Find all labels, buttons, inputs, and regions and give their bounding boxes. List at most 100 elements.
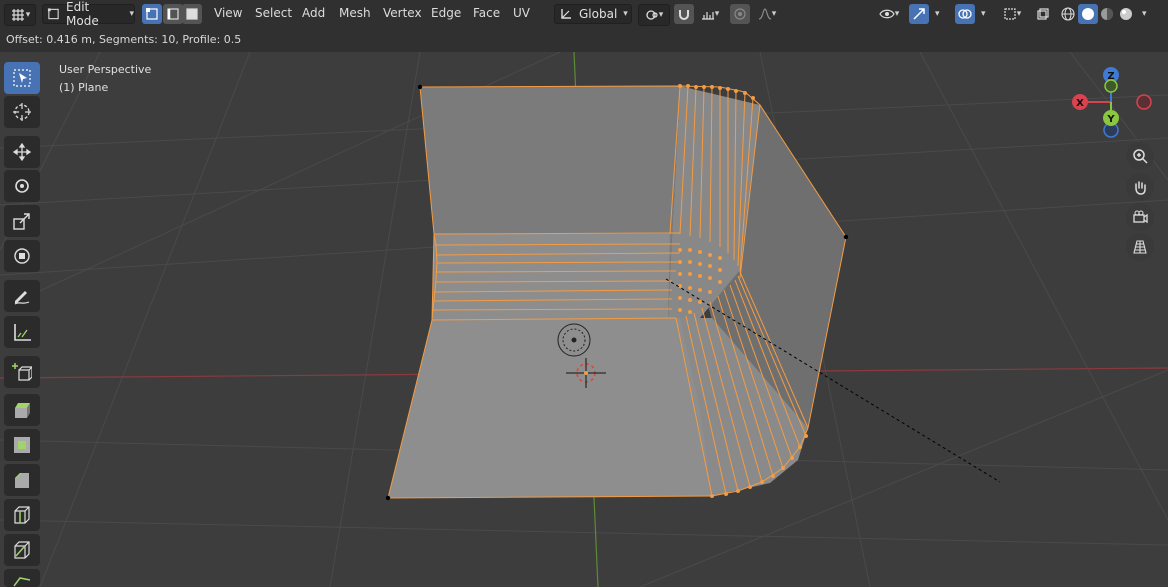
poly-build-tool[interactable] xyxy=(4,569,40,587)
viewport-scene[interactable]: X Z Y xyxy=(0,52,1168,587)
header-bar: ▾ Edit Mode ▾ View Select Add Mesh Verte… xyxy=(0,0,1168,29)
mesh-overlay-icon xyxy=(1004,8,1016,20)
magnet-icon xyxy=(679,10,689,20)
menu-uv[interactable]: UV xyxy=(513,6,530,20)
mode-label: Edit Mode xyxy=(66,0,99,28)
rotate-tool[interactable] xyxy=(4,170,40,202)
menu-mesh[interactable]: Mesh xyxy=(339,6,371,20)
perspective-toggle-button[interactable] xyxy=(1126,233,1154,261)
measure-tool[interactable] xyxy=(4,316,40,348)
zoom-icon xyxy=(1133,149,1148,164)
editor-type-button[interactable]: ▾ xyxy=(4,4,36,26)
solid-sphere-icon xyxy=(1082,8,1094,20)
add-cube-tool[interactable] xyxy=(4,356,40,388)
gizmo-z-label: Z xyxy=(1107,71,1114,82)
camera-view-button[interactable] xyxy=(1126,203,1154,231)
wireframe-sphere-icon xyxy=(1061,7,1075,21)
neg-x-axis-ball[interactable] xyxy=(1136,94,1152,110)
menu-vertex[interactable]: Vertex xyxy=(383,6,422,20)
menu-edge[interactable]: Edge xyxy=(431,6,461,20)
scale-icon xyxy=(13,213,30,230)
extrude-tool[interactable] xyxy=(4,394,40,426)
menu-select[interactable]: Select xyxy=(255,6,292,20)
knife-icon xyxy=(14,541,30,559)
move-tool[interactable] xyxy=(4,136,40,168)
shading-wireframe-button[interactable] xyxy=(1058,4,1078,24)
chevron-down-icon: ▾ xyxy=(894,9,900,19)
pivot-icon xyxy=(646,10,658,20)
chevron-down-icon: ▾ xyxy=(129,9,134,19)
mode-selector[interactable]: Edit Mode ▾ xyxy=(42,0,135,28)
face-select-icon xyxy=(186,8,198,20)
loop-cut-icon xyxy=(14,506,30,524)
knife-tool[interactable] xyxy=(4,534,40,566)
cursor-tool[interactable] xyxy=(4,96,40,128)
bevel-back-strip[interactable] xyxy=(432,234,670,320)
pan-hand-icon xyxy=(1135,181,1146,195)
mesh-edit-overlays-dropdown[interactable]: ▾ xyxy=(997,4,1027,24)
transform-tool[interactable] xyxy=(4,240,40,272)
orientation-axes-icon xyxy=(561,9,571,19)
proportional-editing-toggle[interactable] xyxy=(730,4,750,24)
add-cube-icon xyxy=(12,363,32,381)
rendered-sphere-icon xyxy=(1120,8,1132,20)
object-name-label: (1) Plane xyxy=(59,81,109,94)
edge-select-mode-button[interactable] xyxy=(163,4,183,24)
gizmo-arrow-icon xyxy=(913,8,925,20)
chevron-down-icon: ▾ xyxy=(771,9,777,19)
pivot-point-dropdown[interactable]: ▾ xyxy=(638,4,670,26)
menu-face[interactable]: Face xyxy=(473,6,500,20)
inset-faces-tool[interactable] xyxy=(4,429,40,461)
proportional-edit-icon xyxy=(734,8,746,20)
chevron-down-icon: ▾ xyxy=(25,10,31,20)
annotate-tool[interactable] xyxy=(4,280,40,312)
visibility-dropdown[interactable]: ▾ xyxy=(874,4,904,24)
operator-status-text: Offset: 0.416 m, Segments: 10, Profile: … xyxy=(6,33,242,46)
bevel-tool[interactable] xyxy=(4,464,40,496)
vertex-select-icon xyxy=(146,8,158,20)
chevron-down-icon: ▾ xyxy=(658,10,664,20)
cursor-icon xyxy=(13,103,31,121)
rotate-icon xyxy=(15,179,29,193)
loop-cut-tool[interactable] xyxy=(4,499,40,531)
measure-icon xyxy=(14,324,31,341)
chevron-down-icon[interactable]: ▾ xyxy=(935,9,940,19)
annotate-icon xyxy=(14,291,30,305)
gizmo-toggle[interactable] xyxy=(909,4,929,24)
edit-mode-icon xyxy=(47,8,59,20)
chevron-down-icon[interactable]: ▾ xyxy=(981,9,986,19)
3d-viewport[interactable]: X Z Y User Perspective (1) Plane xyxy=(0,52,1168,587)
falloff-dropdown[interactable]: ▾ xyxy=(752,4,782,24)
operator-status-bar: Offset: 0.416 m, Segments: 10, Profile: … xyxy=(0,28,1168,52)
scale-tool[interactable] xyxy=(4,205,40,237)
extrude-icon xyxy=(15,403,30,418)
viewport-info: User Perspective (1) Plane xyxy=(59,61,151,97)
zoom-button[interactable] xyxy=(1126,142,1154,170)
shading-solid-button[interactable] xyxy=(1078,4,1098,24)
xray-toggle[interactable] xyxy=(1033,4,1053,24)
editor-type-icon xyxy=(11,9,24,21)
vertex-select-mode-button[interactable] xyxy=(142,4,162,24)
floor-face[interactable] xyxy=(388,318,712,498)
pan-button[interactable] xyxy=(1126,173,1154,201)
shading-rendered-button[interactable] xyxy=(1116,4,1136,24)
chevron-down-icon: ▾ xyxy=(623,9,628,19)
eye-icon xyxy=(879,9,895,19)
camera-icon xyxy=(1133,210,1148,224)
select-box-tool[interactable] xyxy=(4,62,40,94)
xray-icon xyxy=(1037,8,1049,20)
snap-target-dropdown[interactable]: ▾ xyxy=(696,4,724,24)
menu-add[interactable]: Add xyxy=(302,6,325,20)
chevron-down-icon[interactable]: ▾ xyxy=(1142,9,1147,19)
select-box-icon xyxy=(13,69,31,87)
overlays-toggle[interactable] xyxy=(955,4,975,24)
face-select-mode-button[interactable] xyxy=(182,4,202,24)
shading-material-button[interactable] xyxy=(1097,4,1117,24)
transform-icon xyxy=(14,248,30,264)
falloff-curve-icon xyxy=(758,8,771,20)
menu-view[interactable]: View xyxy=(214,6,242,20)
snap-toggle[interactable] xyxy=(674,4,694,24)
gizmo-y-label: Y xyxy=(1106,114,1115,125)
navigation-gizmo[interactable]: X Z Y xyxy=(1072,67,1152,138)
transform-orientation-dropdown[interactable]: Global ▾ xyxy=(554,4,632,24)
